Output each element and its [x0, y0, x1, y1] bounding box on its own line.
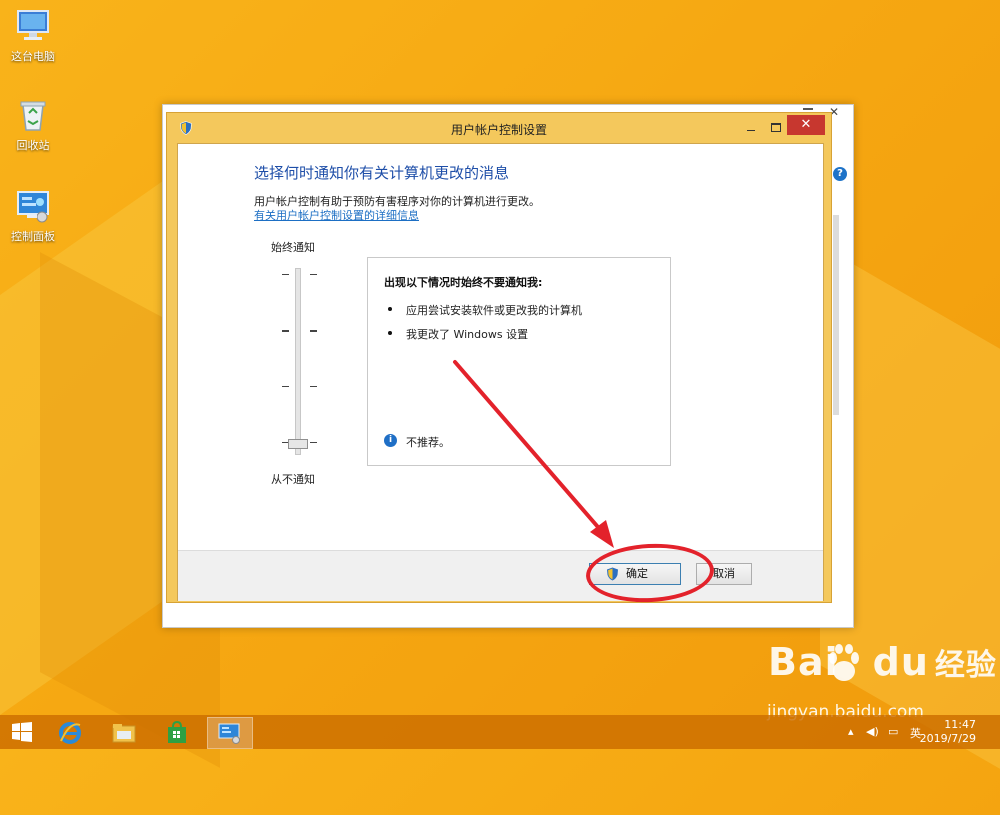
- maximize-button[interactable]: [762, 117, 790, 137]
- maximize-icon: [771, 123, 781, 132]
- computer-icon: [17, 10, 49, 40]
- minimize-icon: [747, 130, 755, 131]
- start-button[interactable]: [0, 717, 44, 747]
- minimize-icon[interactable]: [803, 108, 813, 110]
- recommendation-note: 不推荐。: [406, 436, 450, 449]
- help-icon[interactable]: ?: [833, 167, 847, 181]
- details-link[interactable]: 有关用户帐户控制设置的详细信息: [254, 207, 419, 223]
- volume-icon[interactable]: ◀): [866, 725, 879, 738]
- tray-expand-icon[interactable]: ▴: [848, 725, 854, 738]
- recycle-bin-icon: [20, 101, 46, 131]
- watermark-brand-2: du: [872, 640, 929, 684]
- slider-top-label: 始终通知: [271, 241, 315, 254]
- taskbar: ▴ ◀) ▭ 英 11:47 2019/7/29: [0, 715, 1000, 749]
- list-item-text: 我更改了 Windows 设置: [406, 328, 529, 341]
- desktop-icon-control-panel[interactable]: 控制面板: [1, 188, 65, 244]
- taskbar-internet-explorer[interactable]: [48, 717, 92, 747]
- level-description-heading: 出现以下情况时始终不要通知我:: [384, 276, 543, 289]
- start-icon: [12, 722, 32, 742]
- desktop-icon-label: 控制面板: [11, 230, 55, 243]
- store-icon: [168, 720, 186, 743]
- close-button[interactable]: ✕: [787, 115, 825, 135]
- desktop-icon-this-pc[interactable]: 这台电脑: [1, 8, 65, 64]
- slider-tick: [282, 386, 289, 387]
- baidu-paw-icon: [829, 644, 859, 681]
- watermark-product: 经验: [934, 648, 997, 683]
- taskbar-file-explorer[interactable]: [102, 717, 146, 747]
- scrollbar[interactable]: [833, 215, 839, 415]
- network-icon[interactable]: ▭: [888, 725, 898, 738]
- control-panel-icon: [218, 723, 240, 744]
- taskbar-clock[interactable]: 11:47 2019/7/29: [920, 718, 976, 746]
- desktop-icon-label: 回收站: [16, 139, 50, 152]
- file-explorer-icon: [112, 724, 136, 743]
- dialog-title: 用户帐户控制设置: [450, 123, 547, 137]
- level-description-box: 出现以下情况时始终不要通知我: 应用尝试安装软件或更改我的计算机 我更改了 Wi…: [367, 257, 671, 466]
- control-panel-icon: [17, 191, 49, 223]
- slider-tick: [310, 386, 317, 387]
- slider-tick: [310, 330, 317, 332]
- notification-slider-thumb[interactable]: [288, 439, 308, 449]
- dialog-heading: 选择何时通知你有关计算机更改的消息: [254, 164, 510, 182]
- internet-explorer-icon: [59, 722, 81, 744]
- desktop-icon-recycle-bin[interactable]: 回收站: [1, 97, 65, 153]
- bullet-icon: [388, 307, 392, 311]
- desktop-icon-label: 这台电脑: [11, 50, 55, 63]
- list-item-text: 应用尝试安装软件或更改我的计算机: [406, 304, 582, 317]
- baidu-watermark: Bai du 经验: [768, 640, 997, 684]
- slider-bottom-label: 从不通知: [271, 473, 315, 486]
- slider-tick: [282, 274, 289, 275]
- slider-tick: [310, 274, 317, 275]
- dialog-content: 选择何时通知你有关计算机更改的消息 用户帐户控制有助于预防有害程序对你的计算机进…: [177, 143, 824, 601]
- slider-tick: [282, 330, 289, 332]
- clock-date: 2019/7/29: [919, 732, 976, 745]
- slider-tick: [310, 442, 317, 443]
- taskbar-store[interactable]: [155, 717, 199, 747]
- taskbar-control-panel[interactable]: [207, 717, 253, 749]
- uac-settings-dialog: 用户帐户控制设置 ✕ 选择何时通知你有关计算机更改的消息 用户帐户控制有助于预防…: [166, 112, 832, 603]
- clock-time: 11:47: [944, 718, 976, 731]
- dialog-footer: 确定 取消: [178, 550, 823, 601]
- minimize-button[interactable]: [737, 117, 765, 137]
- bullet-icon: [388, 331, 392, 335]
- dialog-titlebar[interactable]: 用户帐户控制设置 ✕: [167, 113, 831, 143]
- notification-slider-track[interactable]: [295, 268, 301, 455]
- info-icon: i: [384, 434, 397, 447]
